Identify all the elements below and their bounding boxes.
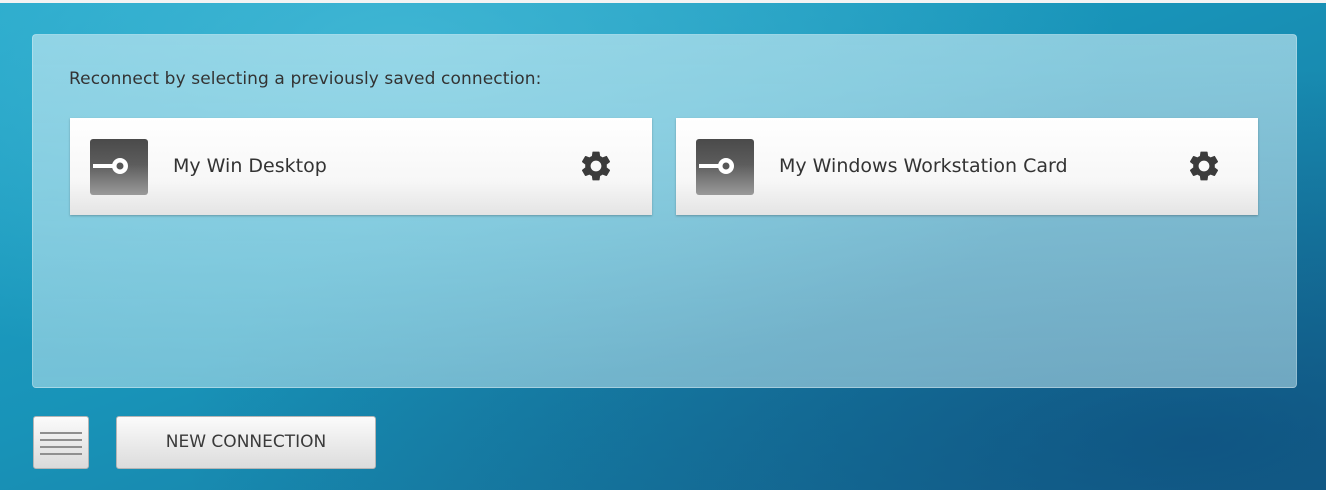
saved-connection-card[interactable]: My Windows Workstation Card xyxy=(676,118,1258,215)
hamburger-menu-icon[interactable] xyxy=(33,416,89,469)
menu-bar-line xyxy=(40,439,82,441)
saved-connection-card[interactable]: My Win Desktop xyxy=(70,118,652,215)
connection-icon xyxy=(696,139,754,195)
top-edge xyxy=(0,0,1326,3)
menu-bar-line xyxy=(40,453,82,455)
menu-bar-line xyxy=(40,446,82,448)
new-connection-button[interactable]: NEW CONNECTION xyxy=(116,416,376,469)
saved-connections-panel: Reconnect by selecting a previously save… xyxy=(32,34,1297,388)
panel-title: Reconnect by selecting a previously save… xyxy=(69,69,542,89)
connection-name: My Win Desktop xyxy=(173,155,327,177)
gear-icon[interactable] xyxy=(1186,148,1222,184)
connection-name: My Windows Workstation Card xyxy=(779,155,1068,177)
gear-icon[interactable] xyxy=(578,148,614,184)
connection-icon xyxy=(90,139,148,195)
menu-bar-line xyxy=(40,432,82,434)
